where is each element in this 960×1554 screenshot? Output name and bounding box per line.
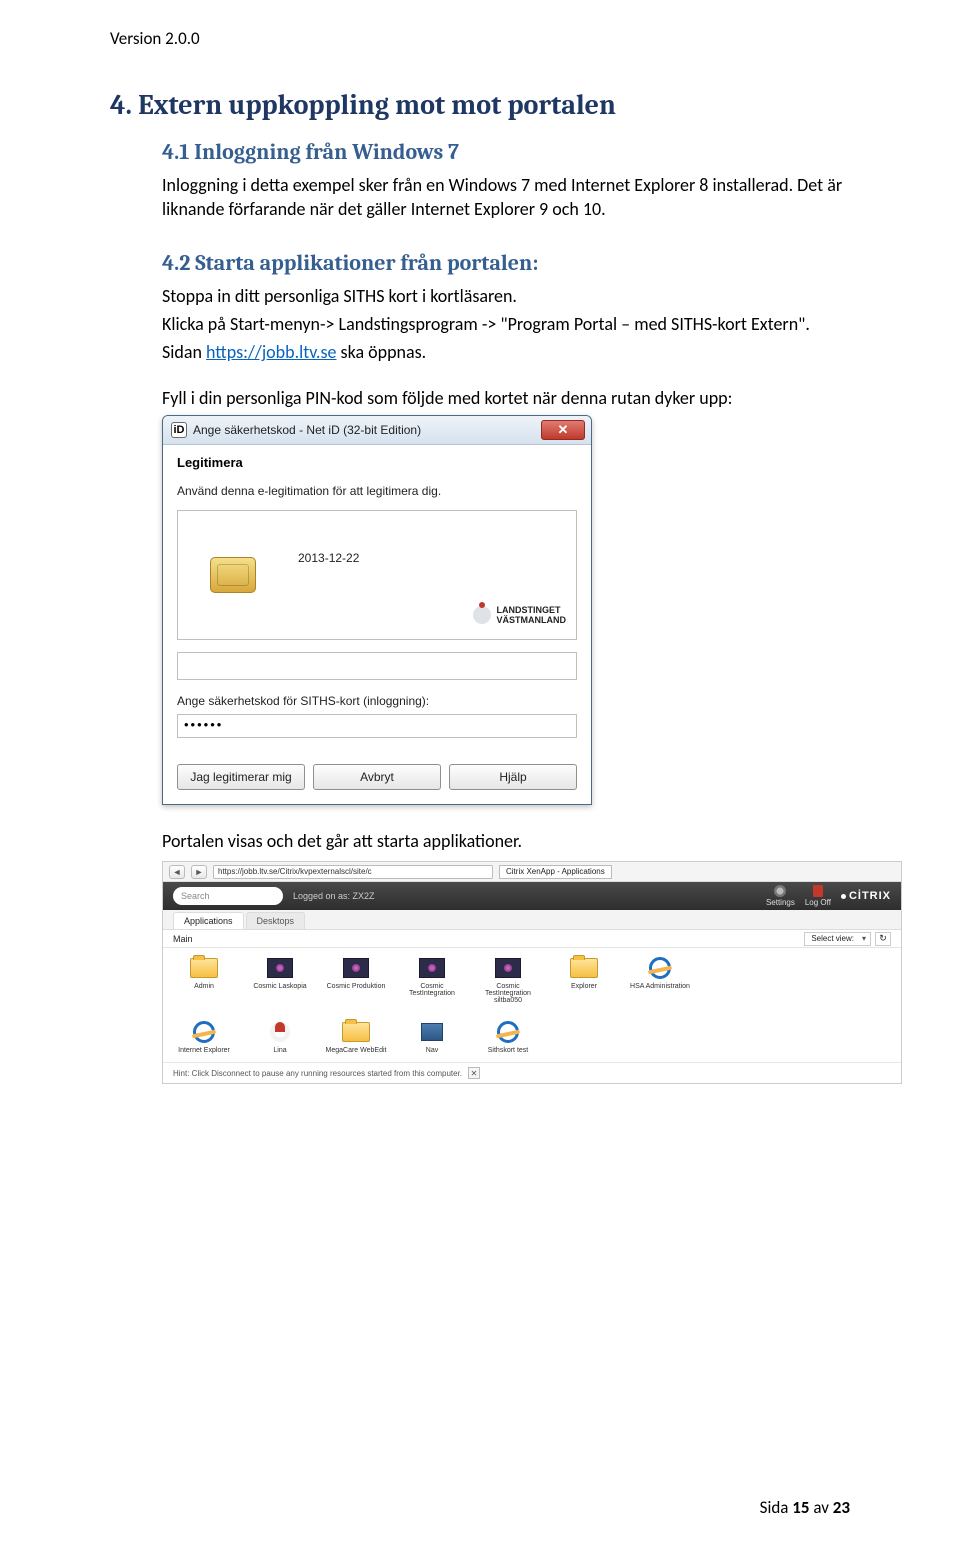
portal-caption: Portalen visas och det går att starta ap…: [162, 829, 850, 853]
gear-icon: [774, 885, 786, 897]
folder-icon: [569, 956, 599, 980]
main-label: Main: [173, 934, 193, 944]
nav-back-button[interactable]: ◄: [169, 865, 185, 879]
folder-icon: [341, 1020, 371, 1044]
jobb-link[interactable]: https://jobb.ltv.se: [206, 341, 336, 363]
app-item[interactable]: Cosmic TestIntegration siltba050: [477, 956, 539, 1004]
app-item[interactable]: Cosmic Laskopia: [249, 956, 311, 1004]
app-label: HSA Administration: [630, 983, 690, 990]
chip-icon: [210, 557, 256, 593]
dialog-titlebar: iD Ange säkerhetskod - Net iD (32-bit Ed…: [163, 416, 591, 445]
app-label: MegaCare WebEdit: [326, 1047, 387, 1054]
brand-line2: VÄSTMANLAND: [497, 615, 567, 625]
logoff-icon: [813, 885, 823, 897]
app-label: Explorer: [571, 983, 597, 990]
hint-text: Hint: Click Disconnect to pause any runn…: [173, 1069, 462, 1078]
address-field[interactable]: https://jobb.ltv.se/Citrix/kvpexternalsc…: [213, 865, 493, 879]
citrix-portal-screenshot: ◄ ► https://jobb.ltv.se/Citrix/kvpextern…: [162, 861, 902, 1084]
logged-on-label: Logged on as: ZX2Z: [293, 891, 375, 901]
section-heading: 4. Extern uppkoppling mot mot portalen: [110, 89, 850, 121]
brand-line1: LANDSTINGET: [497, 605, 567, 615]
app-label: Internet Explorer: [178, 1047, 230, 1054]
apps-row-2: Internet Explorer Lina MegaCare WebEdit Nav…: [163, 1012, 901, 1062]
folder-icon: [189, 956, 219, 980]
cosmic-icon: [417, 956, 447, 980]
app-item[interactable]: Internet Explorer: [173, 1020, 235, 1054]
ie-icon: [493, 1020, 523, 1044]
citrix-logo: CİTRIX: [841, 890, 891, 902]
browser-addressbar: ◄ ► https://jobb.ltv.se/Citrix/kvpextern…: [163, 862, 901, 882]
app-item[interactable]: Admin: [173, 956, 235, 1004]
dialog-heading: Legitimera: [177, 455, 577, 470]
app-item[interactable]: Cosmic Produktion: [325, 956, 387, 1004]
citrix-dot-icon: [841, 894, 846, 899]
close-icon: ✕: [558, 422, 569, 438]
ie-icon: [645, 956, 675, 980]
app-label: Sithskort test: [488, 1047, 528, 1054]
paragraph-4: Sidan https://jobb.ltv.se ska öppnas.: [162, 340, 850, 364]
app-label: Cosmic Produktion: [327, 983, 386, 990]
cosmic-icon: [265, 956, 295, 980]
paragraph-5: Fyll i din personliga PIN-kod som följde…: [162, 386, 850, 410]
cosmic-icon: [341, 956, 371, 980]
portal-hint: Hint: Click Disconnect to pause any runn…: [163, 1062, 901, 1083]
version-label: Version 2.0.0: [110, 28, 850, 49]
cancel-button[interactable]: Avbryt: [313, 764, 441, 790]
tab-desktops[interactable]: Desktops: [246, 912, 306, 929]
apps-row-1: Admin Cosmic Laskopia Cosmic Produktion Cos…: [163, 948, 901, 1012]
close-button[interactable]: ✕: [541, 420, 585, 440]
pin-input[interactable]: ••••••: [177, 714, 577, 738]
refresh-icon: ↻: [879, 933, 887, 944]
lina-icon: [265, 1020, 295, 1044]
paragraph-3: Klicka på Start-menyn-> Landstingsprogra…: [162, 312, 850, 336]
app-item[interactable]: HSA Administration: [629, 956, 691, 1004]
tab-applications[interactable]: Applications: [173, 912, 244, 929]
app-label: Lina: [273, 1047, 286, 1054]
app-label: Nav: [426, 1047, 438, 1054]
netid-icon: iD: [171, 422, 187, 438]
brand-icon: [473, 606, 491, 624]
dialog-helptext: Använd denna e-legitimation för att legi…: [177, 484, 577, 498]
cosmic-icon: [493, 956, 523, 980]
paragraph-2: Stoppa in ditt personliga SITHS kort i k…: [162, 284, 850, 308]
nav-icon: [417, 1020, 447, 1044]
app-item[interactable]: Sithskort test: [477, 1020, 539, 1054]
subsection-1-heading: 4.1 Inloggning från Windows 7: [162, 139, 850, 165]
app-item[interactable]: Explorer: [553, 956, 615, 1004]
card-preview: 2013-12-22 LANDSTINGET VÄSTMANLAND: [177, 510, 577, 640]
logoff-button[interactable]: Log Off: [805, 885, 831, 907]
identity-select[interactable]: [177, 652, 577, 680]
p4-suffix: ska öppnas.: [336, 341, 426, 363]
app-label: Cosmic TestIntegration: [401, 983, 463, 997]
page-footer: Sida 15 av 23: [760, 1497, 850, 1518]
app-item[interactable]: Cosmic TestIntegration: [401, 956, 463, 1004]
ok-button[interactable]: Jag legitimerar mig: [177, 764, 305, 790]
app-item[interactable]: Lina: [249, 1020, 311, 1054]
app-item[interactable]: Nav: [401, 1020, 463, 1054]
p4-prefix: Sidan: [162, 341, 206, 363]
app-label: Cosmic TestIntegration siltba050: [477, 983, 539, 1004]
pin-prompt: Ange säkerhetskod för SITHS-kort (inlogg…: [177, 694, 577, 708]
ie-icon: [189, 1020, 219, 1044]
settings-button[interactable]: Settings: [766, 885, 795, 907]
portal-main-row: Main Select view: ↻: [163, 930, 901, 948]
netid-dialog: iD Ange säkerhetskod - Net iD (32-bit Ed…: [162, 415, 592, 805]
search-input[interactable]: Search: [173, 887, 283, 905]
select-view[interactable]: Select view:: [804, 932, 871, 946]
paragraph-1: Inloggning i detta exempel sker från en …: [162, 173, 850, 222]
nav-forward-button[interactable]: ►: [191, 865, 207, 879]
dialog-title: Ange säkerhetskod - Net iD (32-bit Editi…: [193, 423, 421, 437]
refresh-button[interactable]: ↻: [875, 932, 891, 946]
hint-close-button[interactable]: ✕: [468, 1067, 480, 1079]
landstinget-logo: LANDSTINGET VÄSTMANLAND: [473, 605, 567, 625]
app-item[interactable]: MegaCare WebEdit: [325, 1020, 387, 1054]
help-button[interactable]: Hjälp: [449, 764, 577, 790]
subsection-2-heading: 4.2 Starta applikationer från portalen:: [162, 250, 850, 276]
app-label: Admin: [194, 983, 214, 990]
portal-tabs: Applications Desktops: [163, 910, 901, 930]
browser-tab[interactable]: Citrix XenApp - Applications: [499, 865, 612, 879]
portal-header: Search Logged on as: ZX2Z Settings Log O…: [163, 882, 901, 910]
app-label: Cosmic Laskopia: [253, 983, 306, 990]
card-date: 2013-12-22: [298, 551, 566, 565]
